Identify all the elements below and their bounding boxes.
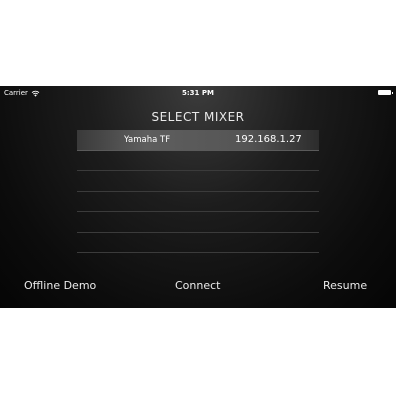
mixer-row-empty[interactable] — [77, 233, 319, 253]
mixer-row-selected[interactable]: Yamaha TF 192.168.1.27 — [77, 130, 319, 151]
mixer-list: Yamaha TF 192.168.1.27 — [77, 130, 319, 253]
battery-icon — [378, 90, 393, 95]
offline-demo-button[interactable]: Offline Demo — [24, 279, 96, 292]
mixer-name: Yamaha TF — [124, 135, 171, 145]
status-bar: Carrier 5:31 PM — [0, 86, 396, 100]
status-time: 5:31 PM — [182, 89, 214, 97]
page-title: SELECT MIXER — [151, 110, 245, 124]
app-screen: Carrier 5:31 PM SELECT MIXER Yamaha TF 1… — [0, 86, 396, 308]
mixer-row-empty[interactable] — [77, 171, 319, 192]
mixer-row-empty[interactable] — [77, 212, 319, 233]
mixer-row-empty[interactable] — [77, 151, 319, 171]
mixer-ip: 192.168.1.27 — [235, 134, 302, 145]
resume-button[interactable]: Resume — [323, 279, 367, 292]
connect-button[interactable]: Connect — [175, 279, 220, 292]
mixer-row-empty[interactable] — [77, 192, 319, 212]
